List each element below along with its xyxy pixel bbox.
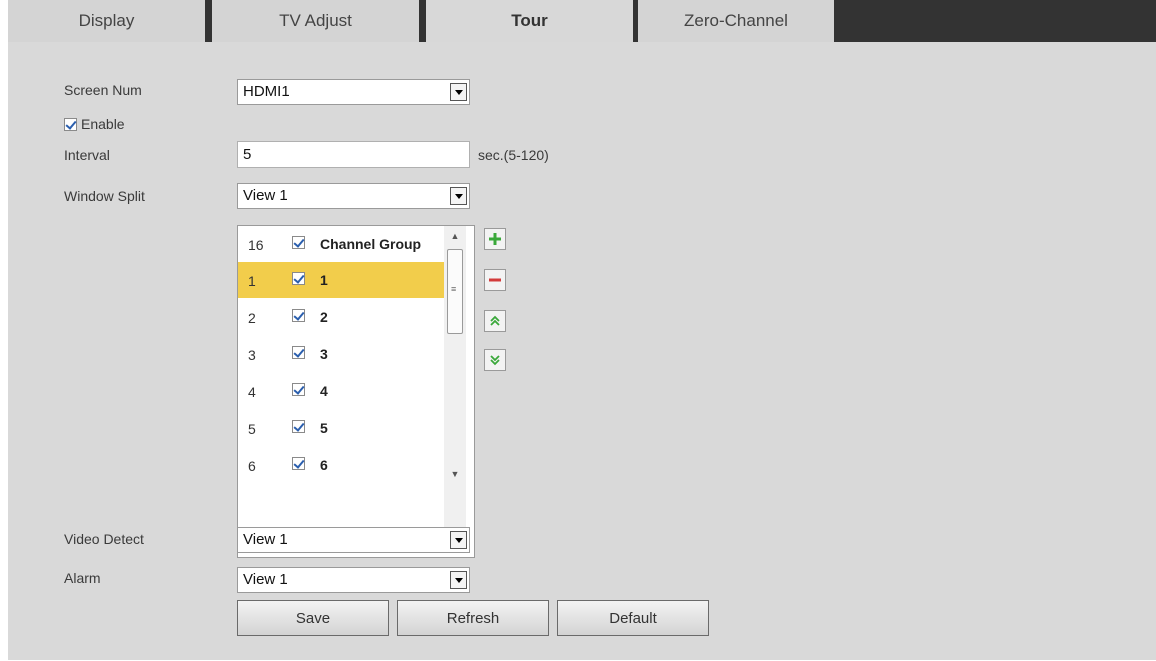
channel-list: 16 Channel Group 1 1 2 2 3 3 4 4 5 5 6 6… (237, 225, 475, 558)
window-split-value: View 1 (243, 187, 288, 204)
interval-unit-label: sec.(5-120) (478, 147, 549, 163)
scroll-up-arrow-icon[interactable]: ▲ (445, 226, 465, 246)
list-item-number: 6 (248, 458, 256, 474)
chevron-down-icon[interactable] (450, 531, 467, 549)
window-split-select[interactable]: View 1 (237, 183, 470, 209)
alarm-label: Alarm (64, 570, 101, 586)
list-item-checkbox[interactable] (292, 236, 305, 249)
list-item-checkbox[interactable] (292, 309, 305, 322)
list-item-number: 4 (248, 384, 256, 400)
tour-settings-panel: Screen Num HDMI1 Enable Interval sec.(5-… (8, 42, 1156, 660)
screen-num-select[interactable]: HDMI1 (237, 79, 470, 105)
list-item-checkbox[interactable] (292, 346, 305, 359)
add-channel-button[interactable] (484, 228, 506, 250)
list-item-checkbox[interactable] (292, 383, 305, 396)
tab-zero-channel[interactable]: Zero-Channel (638, 0, 834, 42)
tab-bar: Display TV Adjust Tour Zero-Channel (8, 0, 1156, 42)
alarm-select[interactable]: View 1 (237, 567, 470, 593)
interval-input[interactable] (237, 141, 470, 168)
list-item[interactable]: 3 3 (238, 336, 444, 372)
window-split-label: Window Split (64, 188, 145, 204)
screen-num-value: HDMI1 (243, 83, 290, 100)
double-chevron-down-icon (490, 355, 500, 366)
list-item-name: Channel Group (320, 236, 422, 252)
list-item[interactable]: 16 Channel Group (238, 226, 444, 262)
enable-label: Enable (81, 116, 125, 132)
save-button[interactable]: Save (237, 600, 389, 636)
list-item-name: 4 (320, 383, 328, 399)
list-item-name: 2 (320, 309, 328, 325)
list-item[interactable]: 1 1 (238, 262, 444, 298)
list-item-name: 3 (320, 346, 328, 362)
refresh-button[interactable]: Refresh (397, 600, 549, 636)
scroll-down-arrow-icon[interactable]: ▼ (445, 464, 465, 484)
tab-tour[interactable]: Tour (426, 0, 633, 42)
list-item[interactable]: 2 2 (238, 299, 444, 335)
default-button[interactable]: Default (557, 600, 709, 636)
screen-num-label: Screen Num (64, 82, 142, 98)
video-detect-value: View 1 (243, 531, 288, 548)
plus-icon (489, 233, 501, 245)
list-item[interactable]: 5 5 (238, 410, 444, 446)
list-item-number: 5 (248, 421, 256, 437)
chevron-down-icon[interactable] (450, 571, 467, 589)
list-item-number: 3 (248, 347, 256, 363)
list-item[interactable]: 4 4 (238, 373, 444, 409)
alarm-value: View 1 (243, 571, 288, 588)
list-item-checkbox[interactable] (292, 420, 305, 433)
vertical-scroll-thumb[interactable]: ≡ (447, 249, 463, 334)
list-item-number: 1 (248, 273, 256, 289)
move-up-button[interactable] (484, 310, 506, 332)
enable-checkbox-row: Enable (64, 116, 125, 132)
list-item[interactable]: 6 6 (238, 447, 444, 483)
double-chevron-up-icon (490, 315, 500, 326)
list-item-name: 5 (320, 420, 328, 436)
enable-checkbox[interactable] (64, 117, 77, 131)
video-detect-label: Video Detect (64, 531, 144, 547)
tab-tv-adjust[interactable]: TV Adjust (212, 0, 419, 42)
remove-channel-button[interactable] (484, 269, 506, 291)
list-item-name: 1 (320, 272, 328, 288)
interval-label: Interval (64, 147, 110, 163)
minus-icon (489, 278, 501, 282)
tab-display[interactable]: Display (8, 0, 205, 42)
list-item-checkbox[interactable] (292, 272, 305, 285)
chevron-down-icon[interactable] (450, 83, 467, 101)
list-item-name: 6 (320, 457, 328, 473)
list-item-checkbox[interactable] (292, 457, 305, 470)
chevron-down-icon[interactable] (450, 187, 467, 205)
list-item-number: 16 (248, 237, 264, 253)
list-item-number: 2 (248, 310, 256, 326)
move-down-button[interactable] (484, 349, 506, 371)
grip-icon: ≡ (451, 284, 457, 294)
vertical-scrollbar[interactable]: ▲ ≡ ▼ (444, 226, 466, 527)
video-detect-select[interactable]: View 1 (237, 527, 470, 553)
